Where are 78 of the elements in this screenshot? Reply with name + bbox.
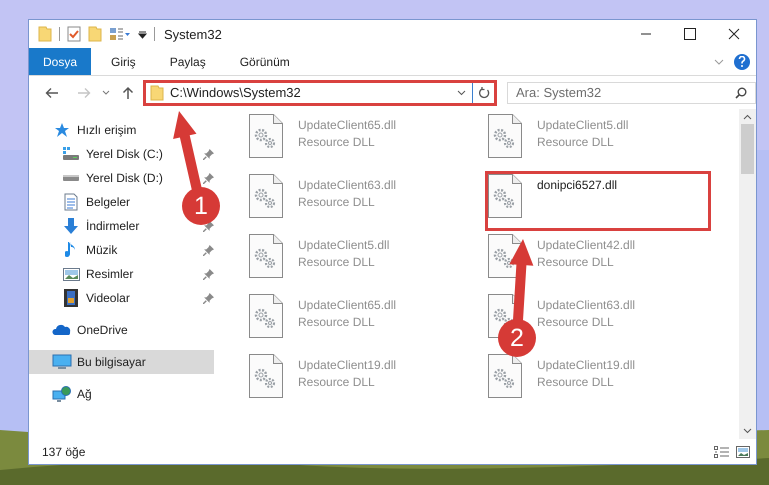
drive-icon xyxy=(62,147,80,161)
scrollbar-thumb[interactable] xyxy=(741,124,754,174)
cloud-icon xyxy=(52,324,72,336)
dll-file-icon xyxy=(488,114,522,158)
nav-item[interactable]: Videolar xyxy=(29,286,134,310)
up-icon[interactable] xyxy=(122,86,134,100)
file-type: Resource DLL xyxy=(298,195,376,209)
ribbon-tab[interactable]: Giriş xyxy=(97,48,150,75)
dll-file-icon xyxy=(488,354,522,398)
nav-item[interactable]: Ağ xyxy=(29,382,96,406)
picture-icon xyxy=(62,268,80,280)
step-badge: 2 xyxy=(498,319,536,357)
chevron-icon[interactable] xyxy=(714,58,724,64)
search-box[interactable]: Ara: System32 xyxy=(507,82,756,104)
file-type: Resource DLL xyxy=(298,135,376,149)
network-icon xyxy=(52,386,72,402)
new-folder-icon xyxy=(88,26,102,42)
scroll-down-icon[interactable] xyxy=(743,428,752,434)
nav-item[interactable]: Yerel Disk (D:) xyxy=(29,166,167,190)
checklist-icon[interactable] xyxy=(67,26,81,42)
dll-file-icon xyxy=(249,354,283,398)
nav-item[interactable]: Belgeler xyxy=(29,190,134,214)
maximize-button[interactable] xyxy=(684,28,696,40)
file-name[interactable]: donipci6527.dll xyxy=(537,178,618,192)
nav-item[interactable]: İndirmeler xyxy=(29,214,144,238)
file-type: Resource DLL xyxy=(537,375,615,389)
file-type: Resource DLL xyxy=(298,315,376,329)
search-icon[interactable] xyxy=(735,86,747,98)
pin-icon[interactable] xyxy=(203,292,214,304)
details-view-icon[interactable] xyxy=(714,446,730,458)
file-type: Resource DLL xyxy=(537,315,615,329)
drive-icon xyxy=(62,174,80,182)
file-type: Resource DLL xyxy=(537,135,615,149)
ribbon-tab[interactable]: Dosya xyxy=(29,48,92,75)
recent-dropdown-icon[interactable] xyxy=(102,90,110,95)
dll-file-icon xyxy=(249,294,283,338)
nav-item[interactable]: Yerel Disk (C:) xyxy=(29,142,167,166)
question-mark-icon xyxy=(738,56,746,67)
film-icon xyxy=(64,289,78,307)
scroll-up-icon[interactable] xyxy=(743,114,752,120)
pin-icon[interactable] xyxy=(203,244,214,256)
file-type: Resource DLL xyxy=(298,255,376,269)
ribbon-tab[interactable]: Paylaş xyxy=(156,48,220,75)
nav-item[interactable]: OneDrive xyxy=(29,318,132,342)
music-note-icon xyxy=(65,241,77,259)
help-button[interactable] xyxy=(734,54,750,70)
refresh-icon xyxy=(478,86,490,99)
dropdown-icon[interactable] xyxy=(138,30,147,38)
nav-item[interactable]: Hızlı erişim xyxy=(29,118,140,142)
dropdown-icon[interactable] xyxy=(457,90,466,96)
nav-item[interactable]: Müzik xyxy=(29,238,122,262)
pin-icon[interactable] xyxy=(203,148,214,160)
pin-icon[interactable] xyxy=(203,268,214,280)
ribbon-tab[interactable]: Görünüm xyxy=(226,48,304,75)
dll-file-icon xyxy=(249,114,283,158)
close-button[interactable] xyxy=(728,28,740,40)
item-count: 137 öğe xyxy=(42,444,86,458)
pin-icon[interactable] xyxy=(203,220,214,232)
large-icons-view-icon[interactable] xyxy=(736,446,750,458)
file-type: Resource DLL xyxy=(537,255,615,269)
back-icon[interactable] xyxy=(45,86,59,98)
properties-icon[interactable] xyxy=(109,27,131,41)
nav-item[interactable]: Bu bilgisayar xyxy=(29,350,214,374)
address-field[interactable]: C:\Windows\System32 xyxy=(146,82,472,102)
file-type: Resource DLL xyxy=(298,375,376,389)
window-title: System32 xyxy=(164,26,222,42)
document-icon xyxy=(64,193,78,211)
dll-file-icon xyxy=(488,174,522,218)
pin-icon[interactable] xyxy=(203,172,214,184)
dll-file-icon xyxy=(249,174,283,218)
download-icon xyxy=(63,217,79,235)
folder-icon xyxy=(38,26,52,42)
folder-icon xyxy=(150,84,164,100)
nav-item[interactable]: Resimler xyxy=(29,262,138,286)
star-icon xyxy=(54,122,70,138)
step-badge: 1 xyxy=(182,187,220,225)
monitor-icon xyxy=(52,354,72,370)
dll-file-icon xyxy=(249,234,283,278)
